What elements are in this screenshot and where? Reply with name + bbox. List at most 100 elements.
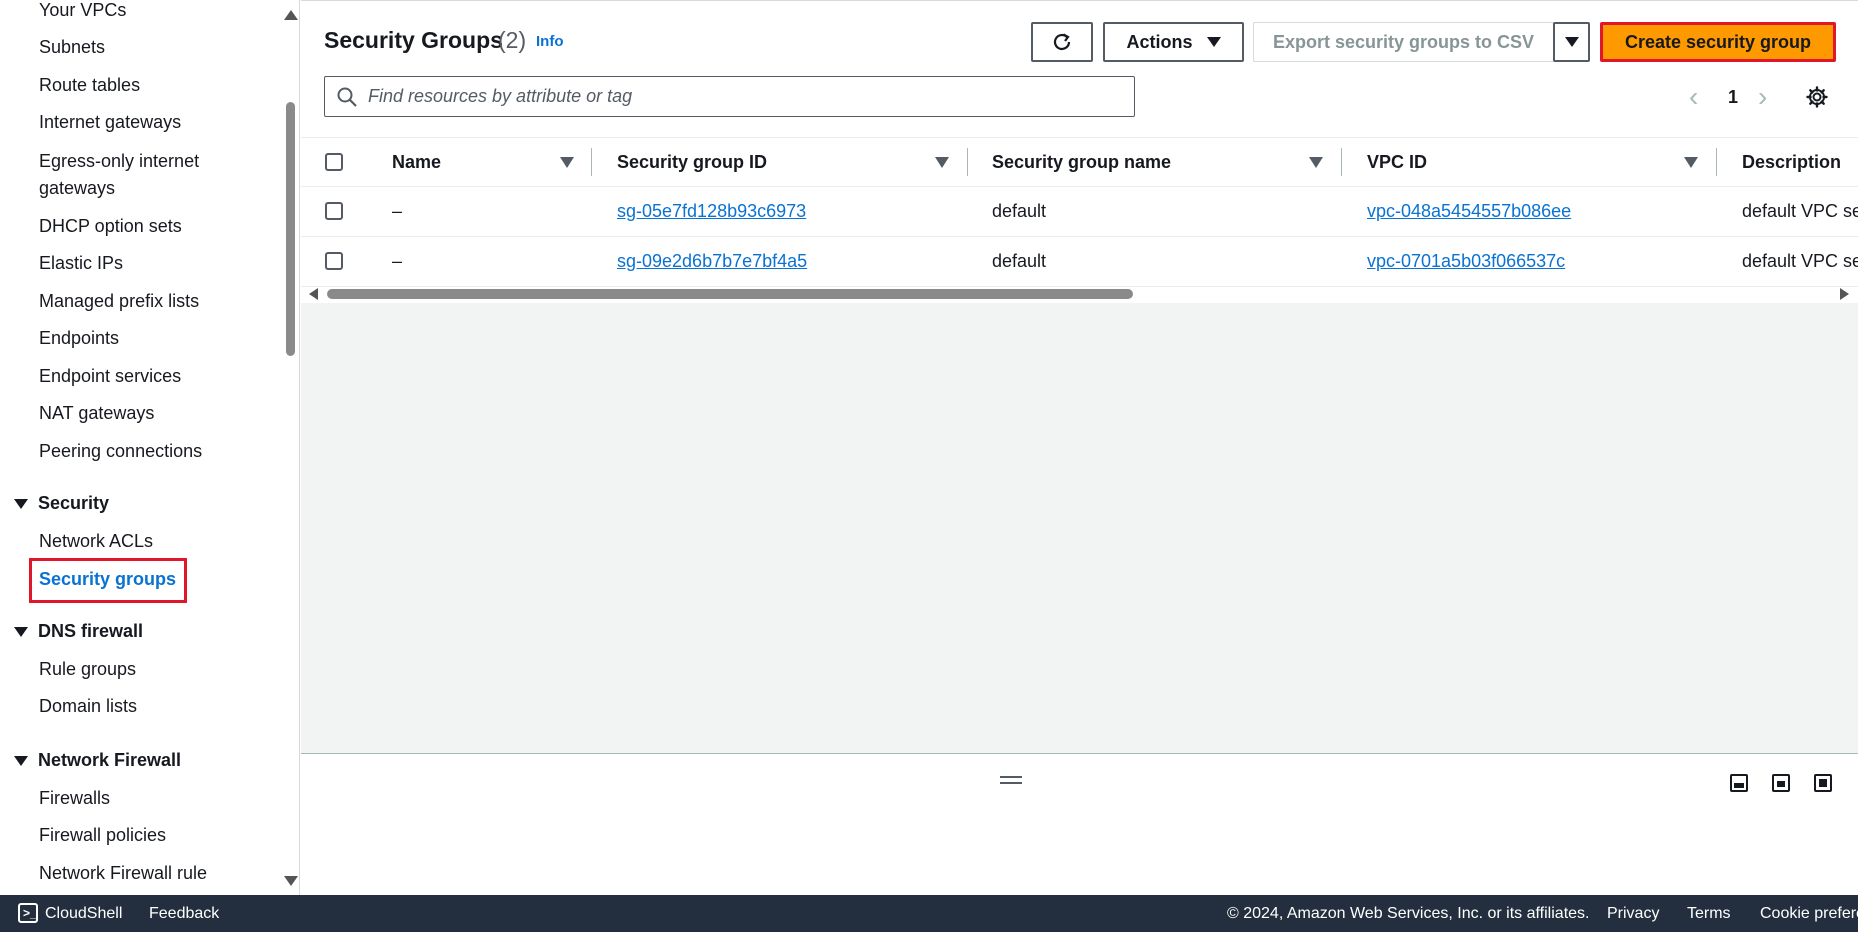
search-box[interactable] [324, 76, 1135, 117]
cell-name: – [392, 201, 403, 221]
column-header-description[interactable]: Description [1742, 152, 1841, 173]
column-header-security-group-id[interactable]: Security group ID [617, 152, 767, 173]
select-all-checkbox[interactable] [325, 153, 343, 171]
scroll-left-icon[interactable] [309, 288, 318, 300]
column-divider[interactable] [1716, 148, 1717, 176]
resource-count: (2) [498, 27, 527, 53]
sort-icon[interactable] [935, 157, 949, 168]
main-content: Security Groups (2) Info Actions Export … [301, 0, 1858, 895]
create-security-group-button[interactable]: Create security group [1600, 22, 1836, 62]
actions-label: Actions [1126, 31, 1193, 52]
cell-description: default VPC se [1742, 251, 1858, 271]
sidebar-item-network-acls[interactable]: Network ACLs [39, 528, 153, 555]
cell-vpc-id-link[interactable]: vpc-048a5454557b086ee [1367, 201, 1571, 222]
drag-handle-icon[interactable] [1000, 776, 1022, 784]
scroll-down-icon[interactable] [284, 876, 298, 886]
cell-security-group-id-link[interactable]: sg-09e2d6b7b7e7bf4a5 [617, 251, 807, 272]
sidebar-item-firewalls[interactable]: Firewalls [39, 785, 110, 812]
sidebar-item-egress-only-internet-gateways-line2[interactable]: gateways [39, 175, 115, 202]
table-header: Name Security group ID Security group na… [301, 137, 1858, 187]
privacy-link[interactable]: Privacy [1607, 905, 1659, 923]
column-divider[interactable] [967, 148, 968, 176]
sidebar-item-network-firewall-rule[interactable]: Network Firewall rule [39, 860, 207, 887]
sidebar-item-endpoint-services[interactable]: Endpoint services [39, 363, 181, 390]
sidebar-section-network-firewall[interactable]: Network Firewall [14, 747, 181, 774]
next-page-icon[interactable]: › [1758, 83, 1767, 111]
cell-name: – [392, 251, 403, 271]
previous-page-icon[interactable]: ‹ [1689, 83, 1698, 111]
sidebar-scrollbar-thumb[interactable] [286, 102, 295, 356]
cloudshell-icon[interactable]: >_ [18, 903, 38, 923]
sidebar-section-label: DNS firewall [38, 621, 144, 641]
cloudshell-link[interactable]: CloudShell [45, 905, 122, 923]
cell-security-group-name: default [992, 251, 1047, 271]
page-title: Security Groups [324, 27, 503, 53]
cookie-preferences-link[interactable]: Cookie prefere [1760, 905, 1858, 923]
sidebar-item-internet-gateways[interactable]: Internet gateways [39, 109, 181, 136]
caret-down-icon [1206, 37, 1221, 47]
sidebar-item-managed-prefix-lists[interactable]: Managed prefix lists [39, 288, 199, 315]
row-checkbox[interactable] [325, 202, 343, 220]
feedback-link[interactable]: Feedback [149, 905, 219, 923]
table-row[interactable]: – sg-05e7fd128b93c6973 default vpc-048a5… [301, 187, 1858, 237]
column-header-name[interactable]: Name [392, 152, 441, 173]
split-panel-side-icon[interactable] [1772, 774, 1790, 792]
column-header-security-group-name[interactable]: Security group name [992, 152, 1171, 173]
sort-icon[interactable] [1309, 157, 1323, 168]
sidebar-item-nat-gateways[interactable]: NAT gateways [39, 400, 154, 427]
table-horizontal-scrollbar-thumb[interactable] [327, 289, 1133, 299]
sidebar-section-label: Security [38, 493, 110, 513]
caret-down-icon [14, 626, 28, 637]
sidebar-section-dns-firewall[interactable]: DNS firewall [14, 618, 143, 645]
actions-dropdown-button[interactable]: Actions [1103, 22, 1244, 62]
highlight-box [29, 558, 187, 603]
current-page-number[interactable]: 1 [1728, 87, 1738, 108]
caret-down-icon [14, 498, 28, 509]
info-link[interactable]: Info [536, 33, 564, 50]
caret-down-icon [1564, 37, 1579, 47]
sidebar-item-domain-lists[interactable]: Domain lists [39, 693, 137, 720]
cell-description: default VPC se [1742, 201, 1858, 221]
scroll-right-icon[interactable] [1840, 288, 1849, 300]
sidebar-item-endpoints[interactable]: Endpoints [39, 325, 119, 352]
sidebar-item-dhcp-option-sets[interactable]: DHCP option sets [39, 213, 182, 240]
sidebar-section-security[interactable]: Security [14, 490, 109, 517]
security-groups-panel: Security Groups (2) Info Actions Export … [301, 0, 1858, 303]
sidebar-item-firewall-policies[interactable]: Firewall policies [39, 822, 166, 849]
refresh-icon [1053, 33, 1071, 51]
sidebar-section-label: Network Firewall [38, 750, 182, 770]
search-icon [337, 87, 357, 107]
export-csv-button[interactable]: Export security groups to CSV [1253, 22, 1554, 62]
split-panel-bottom-icon[interactable] [1730, 774, 1748, 792]
export-label: Export security groups to CSV [1272, 31, 1535, 52]
copyright-text: © 2024, Amazon Web Services, Inc. or its… [1227, 905, 1590, 922]
sidebar-item-egress-only-internet-gateways[interactable]: Egress-only internet [39, 148, 199, 175]
terms-link[interactable]: Terms [1687, 905, 1731, 923]
sidebar-nav: Your VPCs Subnets Route tables Internet … [0, 0, 300, 895]
sidebar-item-elastic-ips[interactable]: Elastic IPs [39, 250, 123, 277]
refresh-button[interactable] [1031, 22, 1093, 62]
row-checkbox[interactable] [325, 252, 343, 270]
sidebar-item-subnets[interactable]: Subnets [39, 34, 105, 61]
column-divider[interactable] [1341, 148, 1342, 176]
create-label: Create security group [1624, 31, 1812, 52]
sidebar-item-peering-connections[interactable]: Peering connections [39, 438, 202, 465]
sidebar-item-your-vpcs[interactable]: Your VPCs [39, 0, 126, 24]
split-panel [301, 753, 1858, 895]
column-divider[interactable] [591, 148, 592, 176]
cell-security-group-id-link[interactable]: sg-05e7fd128b93c6973 [617, 201, 806, 222]
footer-bar: >_ CloudShell Feedback © 2024, Amazon We… [0, 895, 1858, 932]
cell-vpc-id-link[interactable]: vpc-0701a5b03f066537c [1367, 251, 1565, 272]
cell-security-group-name: default [992, 201, 1047, 221]
split-panel-full-icon[interactable] [1814, 774, 1832, 792]
search-input[interactable] [368, 86, 1128, 107]
sort-icon[interactable] [1684, 157, 1698, 168]
column-header-vpc-id[interactable]: VPC ID [1367, 152, 1427, 173]
sidebar-item-rule-groups[interactable]: Rule groups [39, 656, 136, 683]
scroll-up-icon[interactable] [284, 10, 298, 20]
export-options-dropdown[interactable] [1553, 22, 1590, 62]
sort-icon[interactable] [560, 157, 574, 168]
gear-icon[interactable] [1805, 85, 1829, 109]
table-row[interactable]: – sg-09e2d6b7b7e7bf4a5 default vpc-0701a… [301, 237, 1858, 287]
sidebar-item-route-tables[interactable]: Route tables [39, 72, 140, 99]
